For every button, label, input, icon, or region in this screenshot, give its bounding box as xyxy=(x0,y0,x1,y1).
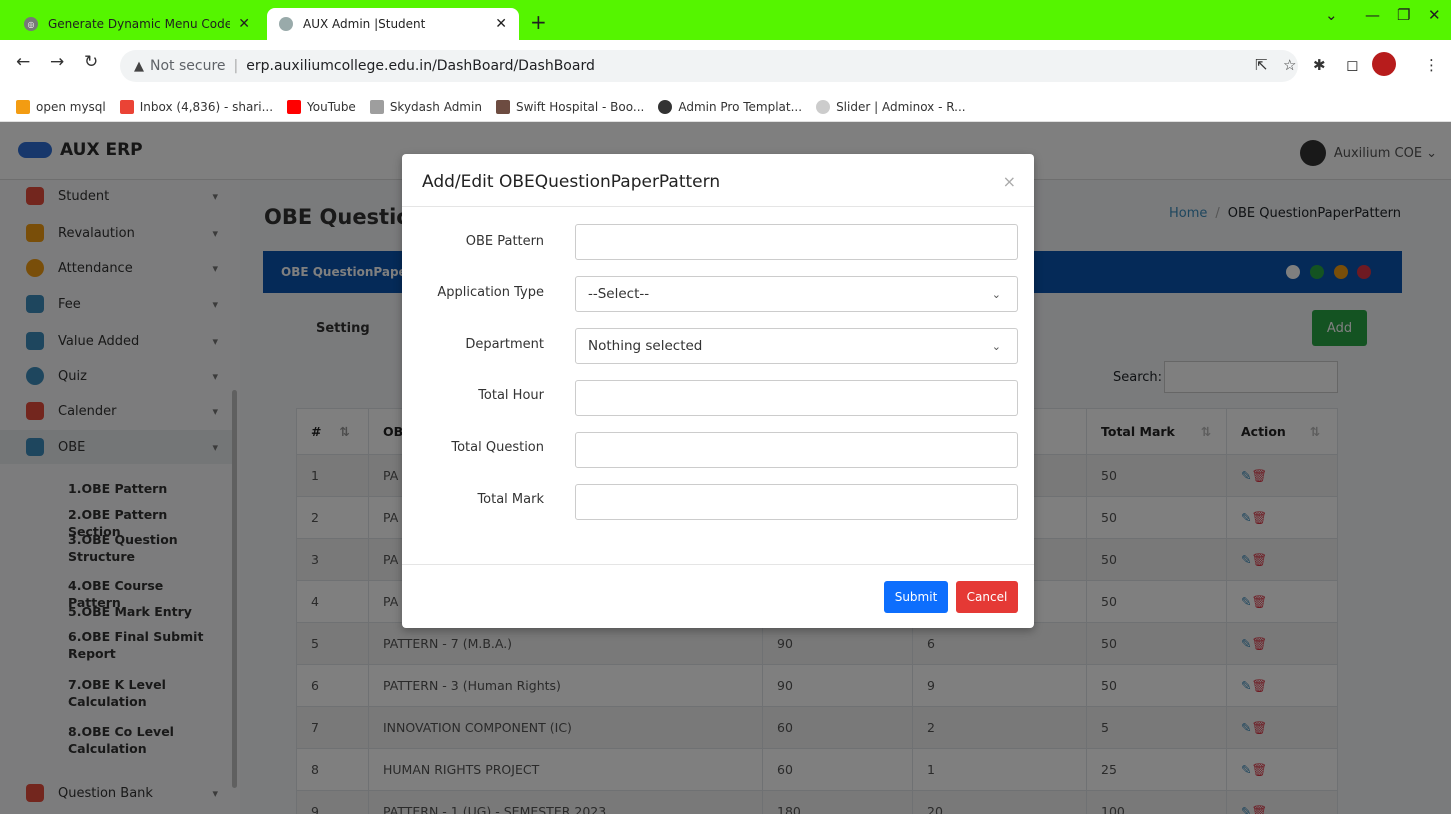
url-input[interactable]: ▲ Not secure | erp.auxiliumcollege.edu.i… xyxy=(120,50,1298,82)
obe-pattern-label: OBE Pattern xyxy=(465,234,544,249)
bookmark-label: open mysql xyxy=(36,99,106,114)
menu-dots-icon[interactable]: ⋮ xyxy=(1424,56,1439,74)
submit-button[interactable]: Submit xyxy=(884,581,948,613)
close-tab-icon[interactable]: ✕ xyxy=(238,16,250,32)
divider: | xyxy=(233,58,239,74)
site-favicon xyxy=(279,17,293,31)
extensions-icon[interactable]: ✱ xyxy=(1313,56,1326,74)
application-type-select[interactable]: --Select-- ⌄ xyxy=(575,276,1018,312)
bookmark-icon xyxy=(658,99,673,114)
close-icon[interactable]: × xyxy=(1003,172,1016,191)
divider xyxy=(402,564,1034,565)
reload-icon[interactable]: ↻ xyxy=(84,52,98,72)
total-hour-input[interactable] xyxy=(575,380,1018,416)
bookmark-item[interactable]: Inbox (4,836) - shari... xyxy=(119,99,274,114)
bookmark-label: Slider | Adminox - R... xyxy=(836,99,966,114)
total-question-label: Total Question xyxy=(451,440,544,455)
divider xyxy=(402,206,1034,207)
bookmark-item[interactable]: Admin Pro Templat... xyxy=(658,99,803,114)
bookmark-item[interactable]: open mysql xyxy=(16,99,106,114)
close-tab-icon[interactable]: ✕ xyxy=(495,16,507,32)
new-tab-button[interactable]: + xyxy=(530,10,547,34)
chevron-down-icon: ⌄ xyxy=(991,287,1001,301)
star-icon[interactable]: ☆ xyxy=(1283,56,1296,74)
cancel-button[interactable]: Cancel xyxy=(956,581,1018,613)
department-label: Department xyxy=(465,337,544,352)
sidepanel-icon[interactable]: ◻ xyxy=(1346,56,1358,74)
chatgpt-icon: ◎ xyxy=(24,17,38,31)
bookmark-label: YouTube xyxy=(307,99,356,114)
bookmark-icon xyxy=(16,99,30,114)
close-window-icon[interactable]: ✕ xyxy=(1428,6,1441,24)
tab-title: AUX Admin |Student xyxy=(303,17,426,31)
chevron-down-icon: ⌄ xyxy=(991,339,1001,353)
department-select[interactable]: Nothing selected ⌄ xyxy=(575,328,1018,364)
profile-avatar[interactable] xyxy=(1372,52,1396,76)
bookmark-label: Skydash Admin xyxy=(389,99,482,114)
bookmark-item[interactable]: YouTube xyxy=(287,99,356,114)
bookmark-item[interactable]: Swift Hospital - Boo... xyxy=(495,99,645,114)
select-value: --Select-- xyxy=(588,286,650,302)
tab-title: Generate Dynamic Menu Code xyxy=(48,17,231,31)
total-mark-label: Total Mark xyxy=(477,492,544,507)
youtube-icon xyxy=(287,99,302,114)
application-type-label: Application Type xyxy=(437,285,544,300)
gmail-icon xyxy=(119,99,134,114)
bookmark-icon xyxy=(495,99,510,114)
modal-dialog: Add/Edit OBEQuestionPaperPattern × OBE P… xyxy=(402,154,1034,628)
bookmark-item[interactable]: Skydash Admin xyxy=(369,99,482,114)
bookmark-label: Inbox (4,836) - shari... xyxy=(139,99,274,114)
chevron-down-icon[interactable]: ⌄ xyxy=(1325,6,1338,24)
bookmarks-bar: open mysql Inbox (4,836) - shari... YouT… xyxy=(0,92,1451,122)
url-text: erp.auxiliumcollege.edu.in/DashBoard/Das… xyxy=(246,58,595,74)
security-label: Not secure xyxy=(150,58,226,74)
bookmark-label: Admin Pro Templat... xyxy=(678,99,803,114)
total-question-input[interactable] xyxy=(575,432,1018,468)
minimize-icon[interactable]: — xyxy=(1365,6,1380,24)
warning-icon: ▲ xyxy=(134,58,144,74)
bookmark-item[interactable]: Slider | Adminox - R... xyxy=(816,99,966,114)
back-icon[interactable]: ← xyxy=(16,52,30,72)
total-mark-input[interactable] xyxy=(575,484,1018,520)
bookmark-icon xyxy=(369,99,384,114)
browser-tab[interactable]: ◎ Generate Dynamic Menu Code ✕ xyxy=(12,8,262,40)
total-hour-label: Total Hour xyxy=(478,388,544,403)
share-icon[interactable]: ⇱ xyxy=(1255,56,1268,74)
select-value: Nothing selected xyxy=(588,338,703,354)
restore-icon[interactable]: ❐ xyxy=(1397,6,1410,24)
modal-title: Add/Edit OBEQuestionPaperPattern xyxy=(422,172,721,192)
obe-pattern-input[interactable] xyxy=(575,224,1018,260)
forward-icon[interactable]: → xyxy=(50,52,64,72)
bookmark-label: Swift Hospital - Boo... xyxy=(515,99,645,114)
bookmark-icon xyxy=(816,99,831,114)
browser-tab-active[interactable]: AUX Admin |Student ✕ xyxy=(267,8,519,40)
